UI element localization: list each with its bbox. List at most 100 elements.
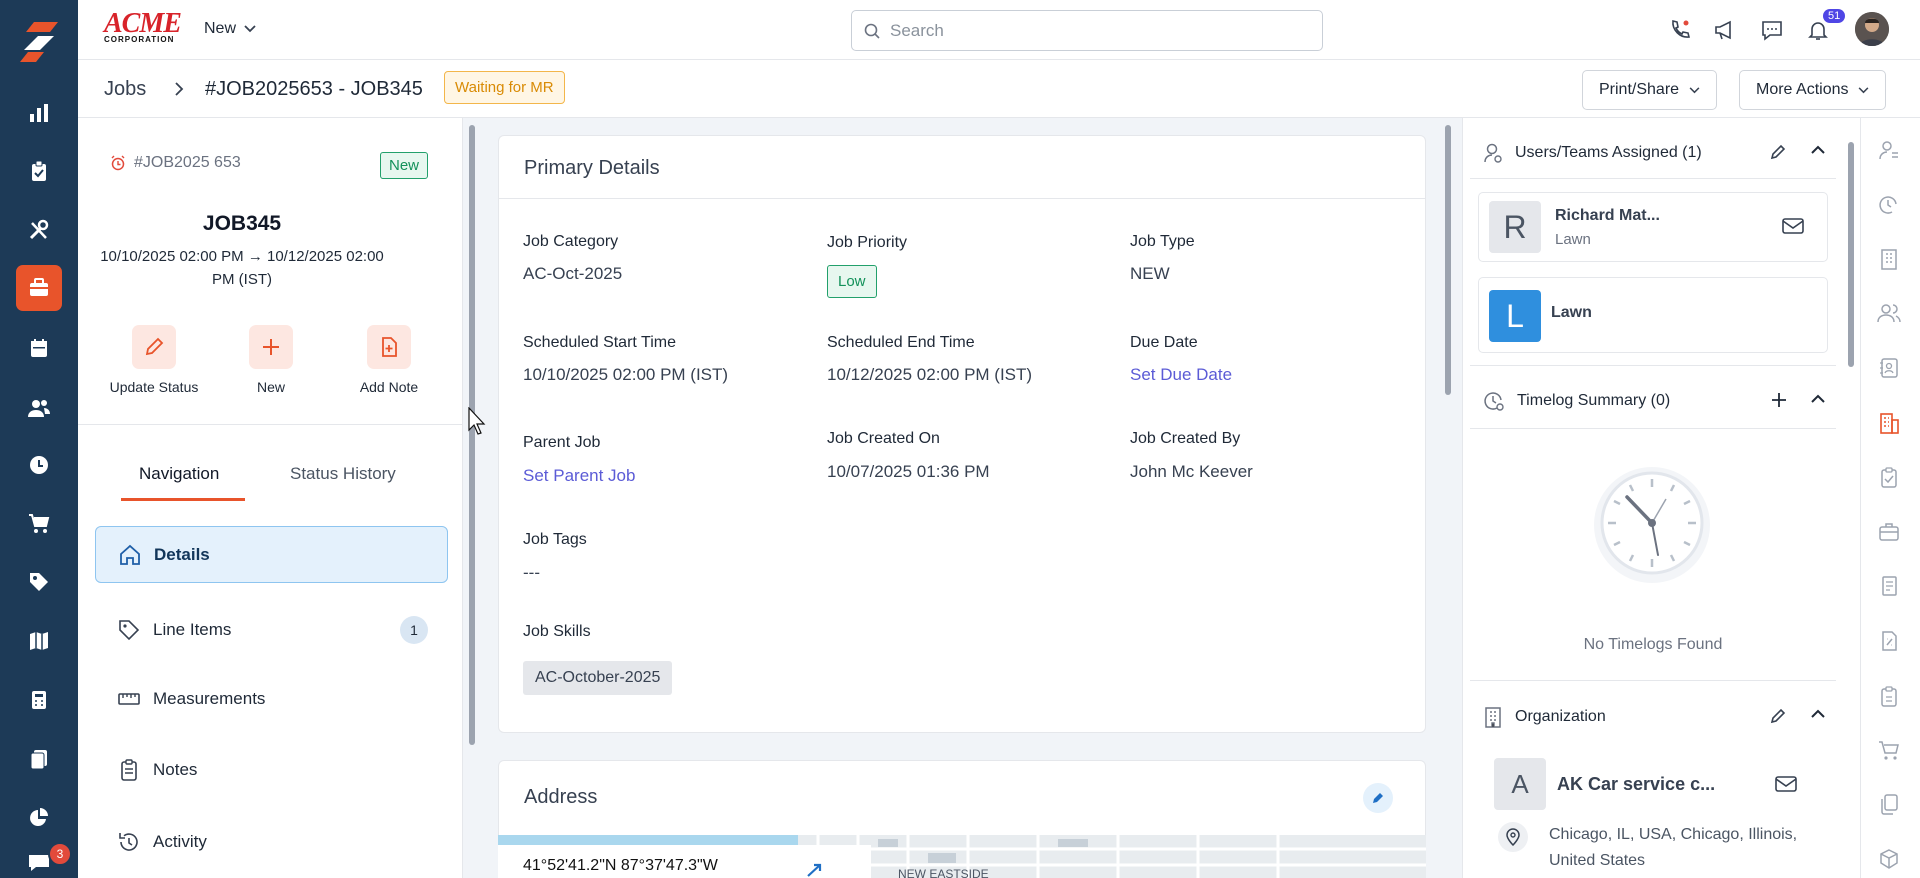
address-book-icon[interactable]: [1876, 355, 1902, 381]
history-icon: [119, 832, 138, 851]
status-badge: Waiting for MR: [444, 71, 565, 104]
add-note-button[interactable]: Add Note: [329, 325, 449, 395]
cart-icon[interactable]: [1876, 737, 1902, 763]
chevron-right-icon: [175, 82, 184, 96]
phone-icon[interactable]: [1665, 15, 1695, 45]
plus-icon: [263, 339, 279, 355]
collapse-chevron-up-icon[interactable]: [1811, 145, 1825, 155]
cart-icon[interactable]: [16, 500, 62, 546]
add-document-icon: [382, 337, 397, 357]
tag-icon: [119, 619, 140, 640]
mail-icon[interactable]: [1775, 775, 1797, 793]
team-initial-avatar: L: [1489, 290, 1541, 342]
megaphone-icon[interactable]: [1710, 15, 1740, 45]
divider: [1470, 428, 1836, 429]
calculator-icon[interactable]: [16, 677, 62, 723]
nav-item-notes[interactable]: Notes: [95, 741, 448, 798]
assigned-team-card[interactable]: L Lawn: [1478, 277, 1828, 353]
assigned-user-card[interactable]: R Richard Mat... Lawn: [1478, 192, 1828, 262]
set-parent-job-link[interactable]: Set Parent Job: [523, 466, 635, 486]
pencil-icon: [145, 337, 164, 356]
box-icon[interactable]: [1876, 846, 1902, 872]
job-skills-label: Job Skills: [523, 623, 591, 640]
created-by-label: Job Created By: [1130, 430, 1241, 447]
job-title: JOB345: [202, 212, 282, 235]
user-initial-avatar: R: [1489, 201, 1541, 253]
documents-icon[interactable]: [16, 736, 62, 782]
primary-details-title: Primary Details: [524, 157, 660, 179]
contact-info-icon[interactable]: [1876, 137, 1902, 163]
user-icon: [1484, 143, 1502, 163]
calendar-icon[interactable]: [16, 325, 62, 371]
edit-assigned-pencil-icon[interactable]: [1769, 143, 1787, 161]
pie-chart-icon[interactable]: [16, 795, 62, 841]
nav-item-measurements[interactable]: Measurements: [95, 670, 448, 727]
edit-organization-pencil-icon[interactable]: [1769, 707, 1787, 725]
clipboard-icon[interactable]: [16, 148, 62, 194]
nav-item-details[interactable]: Details: [95, 526, 448, 583]
nav-item-activity[interactable]: Activity: [95, 813, 448, 870]
top-bar: ACME CORPORATION New Search 51: [78, 0, 1920, 60]
more-actions-button[interactable]: More Actions: [1739, 70, 1887, 110]
users-icon[interactable]: [16, 385, 62, 431]
line-items-count: 1: [400, 616, 428, 644]
collapse-chevron-up-icon[interactable]: [1811, 709, 1825, 719]
pencil-icon: [1373, 793, 1383, 803]
tasks-icon[interactable]: [1876, 683, 1902, 709]
chevron-down-icon: [1689, 86, 1700, 93]
divider: [78, 424, 463, 425]
edit-address-button[interactable]: [1363, 783, 1393, 813]
created-by-value: John Mc Keever: [1130, 462, 1253, 481]
right-panel-scrollbar[interactable]: [1848, 142, 1854, 367]
job-type-label: Job Type: [1130, 233, 1195, 250]
assigned-user-name: Richard Mat...: [1555, 207, 1660, 224]
set-due-date-link[interactable]: Set Due Date: [1130, 365, 1232, 385]
organization-active-icon[interactable]: [1876, 410, 1902, 436]
notification-badge: 51: [1823, 9, 1846, 23]
invoice-icon[interactable]: [1876, 573, 1902, 599]
new-dropdown[interactable]: New: [204, 20, 256, 38]
briefcase-icon[interactable]: [1876, 519, 1902, 545]
clock-icon[interactable]: [16, 442, 62, 488]
organization-location: Chicago, IL, USA, Chicago, Illinois, Uni…: [1549, 826, 1798, 869]
copy-icon[interactable]: [1876, 791, 1902, 817]
tab-navigation[interactable]: Navigation: [139, 464, 219, 484]
collapse-chevron-up-icon[interactable]: [1811, 394, 1825, 404]
new-button[interactable]: New: [211, 325, 331, 395]
directions-icon[interactable]: [805, 862, 825, 878]
checklist-icon[interactable]: [1876, 464, 1902, 490]
team-icon[interactable]: [1876, 300, 1902, 326]
estimate-icon[interactable]: [1876, 628, 1902, 654]
main-scrollbar[interactable]: [1445, 125, 1451, 395]
messages-icon[interactable]: [1757, 15, 1787, 45]
primary-details-card: Primary Details: [498, 135, 1426, 733]
nav-item-line-items[interactable]: Line Items 1: [95, 601, 448, 658]
search-icon: [864, 23, 880, 39]
breadcrumb: Jobs #JOB2025653 - JOB345 Waiting for MR…: [78, 60, 1920, 118]
building-icon[interactable]: [1876, 246, 1902, 272]
map-icon[interactable]: [16, 618, 62, 664]
left-panel-scrollbar[interactable]: [469, 125, 475, 745]
organization-initial-avatar: A: [1494, 758, 1546, 810]
timelog-icon[interactable]: [1876, 192, 1902, 218]
organization-name[interactable]: AK Car service c...: [1557, 774, 1715, 795]
divider: [1470, 365, 1836, 366]
update-status-button[interactable]: Update Status: [94, 325, 214, 395]
print-share-button[interactable]: Print/Share: [1582, 70, 1718, 110]
user-avatar[interactable]: [1855, 12, 1889, 46]
jobs-briefcase-icon[interactable]: [16, 265, 62, 311]
app-logo-icon[interactable]: [14, 18, 64, 66]
tag-icon[interactable]: [16, 559, 62, 605]
job-id: #JOB2025 653: [110, 154, 241, 172]
mouse-cursor-icon: [468, 407, 486, 435]
tools-icon[interactable]: [16, 207, 62, 253]
job-tags-label: Job Tags: [523, 531, 587, 548]
breadcrumb-jobs-link[interactable]: Jobs: [104, 78, 146, 101]
dashboard-icon[interactable]: [16, 90, 62, 136]
tab-status-history[interactable]: Status History: [290, 464, 396, 484]
mail-icon[interactable]: [1782, 217, 1804, 235]
add-timelog-plus-icon[interactable]: [1771, 392, 1787, 408]
context-icon-rail: [1860, 118, 1920, 878]
job-tags-value: ---: [523, 563, 540, 582]
search-input[interactable]: Search: [851, 10, 1323, 51]
